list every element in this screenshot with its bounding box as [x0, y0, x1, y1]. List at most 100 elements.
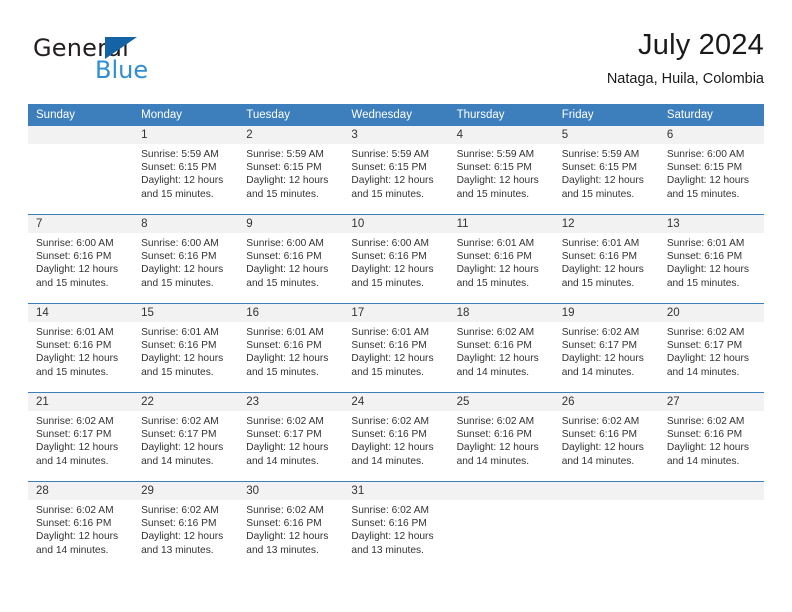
calendar-day-cell: 27 Sunrise: 6:02 AM Sunset: 6:16 PM Dayl…	[658, 392, 764, 482]
location-subtitle: Nataga, Huila, Colombia	[606, 71, 764, 87]
sunrise-text: Sunrise: 6:02 AM	[561, 327, 640, 338]
sunrise-text: Sunrise: 6:02 AM	[141, 505, 219, 516]
day-number	[553, 482, 659, 500]
day-details: Sunrise: 6:01 AM Sunset: 6:16 PM Dayligh…	[343, 322, 448, 379]
day-details: Sunrise: 6:02 AM Sunset: 6:17 PM Dayligh…	[133, 411, 238, 468]
day-details: Sunrise: 6:02 AM Sunset: 6:16 PM Dayligh…	[28, 500, 133, 557]
sunset-text: Sunset: 6:17 PM	[561, 340, 638, 352]
daylight-text-line1: Daylight: 12 hours	[561, 264, 644, 276]
day-details: Sunrise: 6:02 AM Sunset: 6:17 PM Dayligh…	[238, 411, 343, 468]
day-number: 11	[448, 215, 554, 233]
sunset-text: Sunset: 6:15 PM	[456, 162, 532, 174]
day-number: 29	[133, 482, 239, 500]
day-number: 14	[28, 304, 134, 322]
sunset-text: Sunset: 6:16 PM	[456, 340, 532, 352]
daylight-text-line2: and 14 minutes.	[246, 455, 319, 467]
calendar-day-cell	[553, 481, 659, 570]
day-details: Sunrise: 6:02 AM Sunset: 6:16 PM Dayligh…	[343, 411, 448, 468]
sunset-text: Sunset: 6:17 PM	[36, 429, 112, 441]
calendar-body: 1 Sunrise: 5:59 AM Sunset: 6:15 PM Dayli…	[28, 126, 764, 570]
sunrise-text: Sunrise: 6:02 AM	[246, 416, 324, 427]
sunset-text: Sunset: 6:16 PM	[36, 518, 112, 530]
page-title: July 2024	[638, 29, 764, 61]
calendar-week-row: 21 Sunrise: 6:02 AM Sunset: 6:17 PM Dayl…	[28, 392, 764, 482]
daylight-text-line1: Daylight: 12 hours	[351, 353, 434, 365]
weekday-header-friday: Friday	[553, 104, 659, 126]
daylight-text-line2: and 15 minutes.	[246, 277, 319, 289]
calendar-day-cell: 31 Sunrise: 6:02 AM Sunset: 6:16 PM Dayl…	[343, 481, 449, 570]
sunset-text: Sunset: 6:16 PM	[36, 340, 112, 352]
daylight-text-line2: and 15 minutes.	[351, 188, 424, 200]
sunset-text: Sunset: 6:16 PM	[351, 518, 427, 530]
sunrise-text: Sunrise: 5:59 AM	[141, 149, 219, 160]
daylight-text-line2: and 15 minutes.	[36, 366, 109, 378]
sunset-text: Sunset: 6:15 PM	[246, 162, 322, 174]
calendar-day-cell: 26 Sunrise: 6:02 AM Sunset: 6:16 PM Dayl…	[553, 392, 659, 482]
sunset-text: Sunset: 6:16 PM	[141, 251, 217, 263]
calendar-day-cell	[448, 481, 554, 570]
calendar-day-cell: 12 Sunrise: 6:01 AM Sunset: 6:16 PM Dayl…	[553, 214, 659, 304]
daylight-text-line2: and 14 minutes.	[561, 366, 635, 378]
day-details: Sunrise: 6:00 AM Sunset: 6:16 PM Dayligh…	[28, 233, 133, 290]
daylight-text-line1: Daylight: 12 hours	[246, 442, 329, 454]
daylight-text-line1: Daylight: 12 hours	[456, 175, 539, 187]
daylight-text-line1: Daylight: 12 hours	[666, 442, 749, 454]
calendar-day-cell: 30 Sunrise: 6:02 AM Sunset: 6:16 PM Dayl…	[238, 481, 344, 570]
calendar-day-cell: 4 Sunrise: 5:59 AM Sunset: 6:15 PM Dayli…	[448, 126, 554, 215]
calendar-day-cell	[28, 126, 134, 215]
day-number: 3	[343, 126, 449, 144]
calendar-day-cell: 14 Sunrise: 6:01 AM Sunset: 6:16 PM Dayl…	[28, 303, 134, 393]
sunset-text: Sunset: 6:17 PM	[666, 340, 743, 352]
daylight-text-line1: Daylight: 12 hours	[141, 264, 224, 276]
day-number: 27	[658, 393, 764, 411]
day-details: Sunrise: 6:00 AM Sunset: 6:15 PM Dayligh…	[659, 144, 764, 201]
day-details: Sunrise: 6:02 AM Sunset: 6:16 PM Dayligh…	[133, 500, 238, 557]
daylight-text-line2: and 15 minutes.	[351, 277, 424, 289]
daylight-text-line2: and 14 minutes.	[456, 366, 530, 378]
logo-text-blue: Blue	[95, 56, 149, 84]
daylight-text-line1: Daylight: 12 hours	[141, 353, 224, 365]
day-details: Sunrise: 6:00 AM Sunset: 6:16 PM Dayligh…	[238, 233, 343, 290]
weekday-header-sunday: Sunday	[28, 104, 134, 126]
sunrise-text: Sunrise: 6:01 AM	[561, 238, 640, 249]
general-blue-logo: General Blue	[33, 34, 213, 90]
daylight-text-line2: and 14 minutes.	[666, 366, 740, 378]
calendar-week-row: 1 Sunrise: 5:59 AM Sunset: 6:15 PM Dayli…	[28, 126, 764, 215]
sunrise-text: Sunrise: 6:02 AM	[456, 416, 535, 427]
day-details: Sunrise: 5:59 AM Sunset: 6:15 PM Dayligh…	[343, 144, 448, 201]
calendar-week-row: 28 Sunrise: 6:02 AM Sunset: 6:16 PM Dayl…	[28, 481, 764, 570]
day-number: 15	[133, 304, 239, 322]
day-number: 25	[448, 393, 554, 411]
sunrise-text: Sunrise: 6:02 AM	[666, 416, 745, 427]
day-number: 31	[343, 482, 449, 500]
daylight-text-line2: and 15 minutes.	[666, 188, 740, 200]
day-number: 21	[28, 393, 134, 411]
daylight-text-line2: and 14 minutes.	[36, 544, 109, 556]
calendar-day-cell: 18 Sunrise: 6:02 AM Sunset: 6:16 PM Dayl…	[448, 303, 554, 393]
daylight-text-line2: and 14 minutes.	[351, 455, 424, 467]
day-number: 20	[658, 304, 764, 322]
calendar-day-cell: 5 Sunrise: 5:59 AM Sunset: 6:15 PM Dayli…	[553, 126, 659, 215]
daylight-text-line1: Daylight: 12 hours	[141, 175, 224, 187]
calendar-day-cell: 8 Sunrise: 6:00 AM Sunset: 6:16 PM Dayli…	[133, 214, 239, 304]
calendar-day-cell: 9 Sunrise: 6:00 AM Sunset: 6:16 PM Dayli…	[238, 214, 344, 304]
day-details: Sunrise: 6:01 AM Sunset: 6:16 PM Dayligh…	[238, 322, 343, 379]
calendar-page: General Blue July 2024 Nataga, Huila, Co…	[0, 0, 792, 612]
daylight-text-line2: and 15 minutes.	[456, 188, 530, 200]
daylight-text-line2: and 13 minutes.	[246, 544, 319, 556]
daylight-text-line2: and 15 minutes.	[141, 366, 214, 378]
daylight-text-line2: and 15 minutes.	[36, 277, 109, 289]
day-details: Sunrise: 6:02 AM Sunset: 6:17 PM Dayligh…	[554, 322, 659, 379]
daylight-text-line1: Daylight: 12 hours	[666, 353, 749, 365]
daylight-text-line1: Daylight: 12 hours	[561, 353, 644, 365]
page-header: General Blue July 2024 Nataga, Huila, Co…	[28, 28, 764, 100]
calendar-day-cell: 17 Sunrise: 6:01 AM Sunset: 6:16 PM Dayl…	[343, 303, 449, 393]
calendar-day-cell: 25 Sunrise: 6:02 AM Sunset: 6:16 PM Dayl…	[448, 392, 554, 482]
sunrise-text: Sunrise: 5:59 AM	[561, 149, 640, 160]
sunset-text: Sunset: 6:16 PM	[246, 251, 322, 263]
daylight-text-line2: and 14 minutes.	[561, 455, 635, 467]
calendar-day-cell: 24 Sunrise: 6:02 AM Sunset: 6:16 PM Dayl…	[343, 392, 449, 482]
daylight-text-line2: and 14 minutes.	[36, 455, 109, 467]
calendar-day-cell: 23 Sunrise: 6:02 AM Sunset: 6:17 PM Dayl…	[238, 392, 344, 482]
daylight-text-line1: Daylight: 12 hours	[246, 175, 329, 187]
